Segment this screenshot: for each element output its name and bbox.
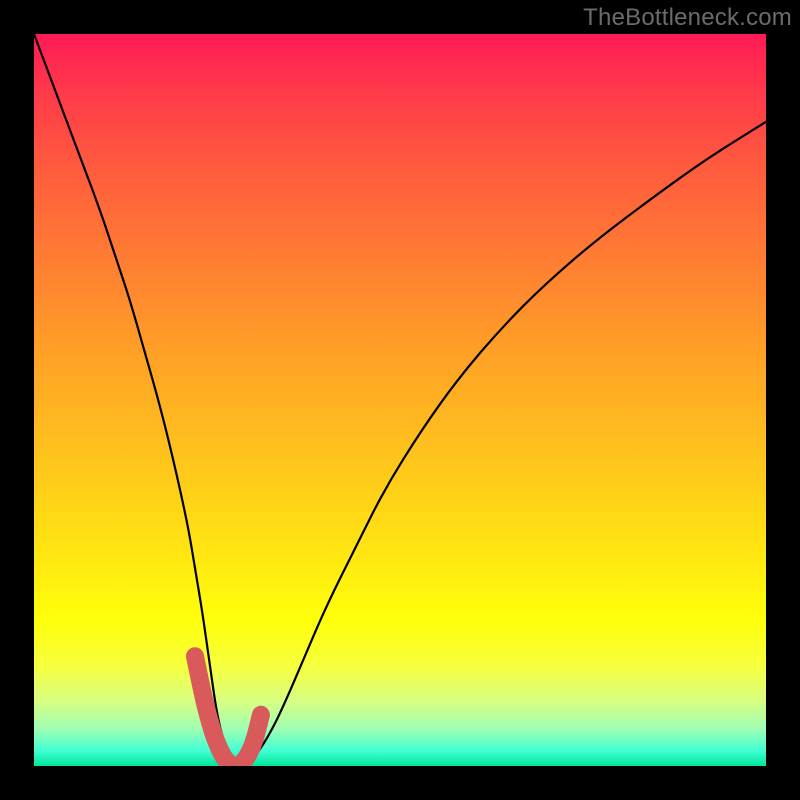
chart-svg [34, 34, 766, 766]
plot-area [34, 34, 766, 766]
watermark-text: TheBottleneck.com [583, 4, 792, 32]
bottleneck-curve [34, 34, 766, 766]
marker-region [195, 656, 261, 766]
chart-frame: TheBottleneck.com [0, 0, 800, 800]
